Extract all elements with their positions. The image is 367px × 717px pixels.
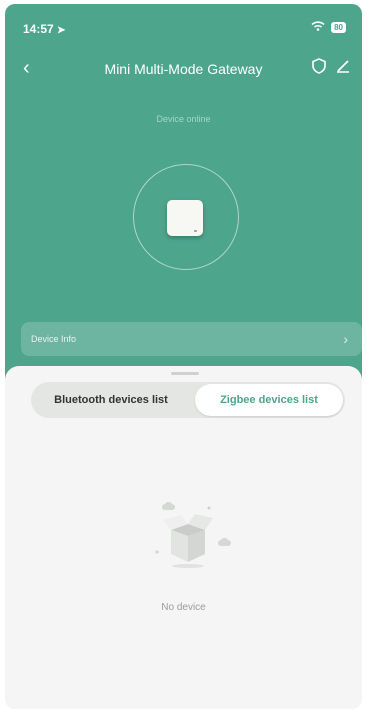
device-led xyxy=(194,230,197,232)
empty-box-icon xyxy=(143,496,233,576)
app-screen: 14:57 ➤ 80 ‹ Mini Multi-Mode Gateway Dev… xyxy=(5,4,362,709)
device-list-tabs: Bluetooth devices list Zigbee devices li… xyxy=(31,382,345,418)
status-time: 14:57 ➤ xyxy=(23,22,66,36)
wifi-icon xyxy=(311,20,325,34)
device-status-text: Device online xyxy=(156,114,211,124)
location-arrow-icon: ➤ xyxy=(57,25,66,36)
sheet-drag-handle[interactable] xyxy=(171,372,199,375)
status-bar: 14:57 ➤ 80 xyxy=(5,4,362,40)
tab-zigbee-devices[interactable]: Zigbee devices list xyxy=(195,384,343,416)
device-header-panel: 14:57 ➤ 80 ‹ Mini Multi-Mode Gateway Dev… xyxy=(5,4,362,382)
empty-state-message: No device xyxy=(161,602,206,613)
page-title: Mini Multi-Mode Gateway xyxy=(104,61,263,77)
tab-bluetooth-devices[interactable]: Bluetooth devices list xyxy=(31,382,191,418)
chevron-right-icon: › xyxy=(343,331,348,347)
shield-icon[interactable] xyxy=(312,58,326,79)
pencil-icon[interactable] xyxy=(336,59,350,78)
battery-icon: 80 xyxy=(331,21,346,33)
nav-bar: ‹ Mini Multi-Mode Gateway xyxy=(5,56,362,86)
device-info-label: Device Info xyxy=(31,334,77,344)
device-list-sheet: Bluetooth devices list Zigbee devices li… xyxy=(5,366,362,709)
gateway-device-image xyxy=(167,200,203,236)
device-info-button[interactable]: Device Info › xyxy=(21,322,362,356)
